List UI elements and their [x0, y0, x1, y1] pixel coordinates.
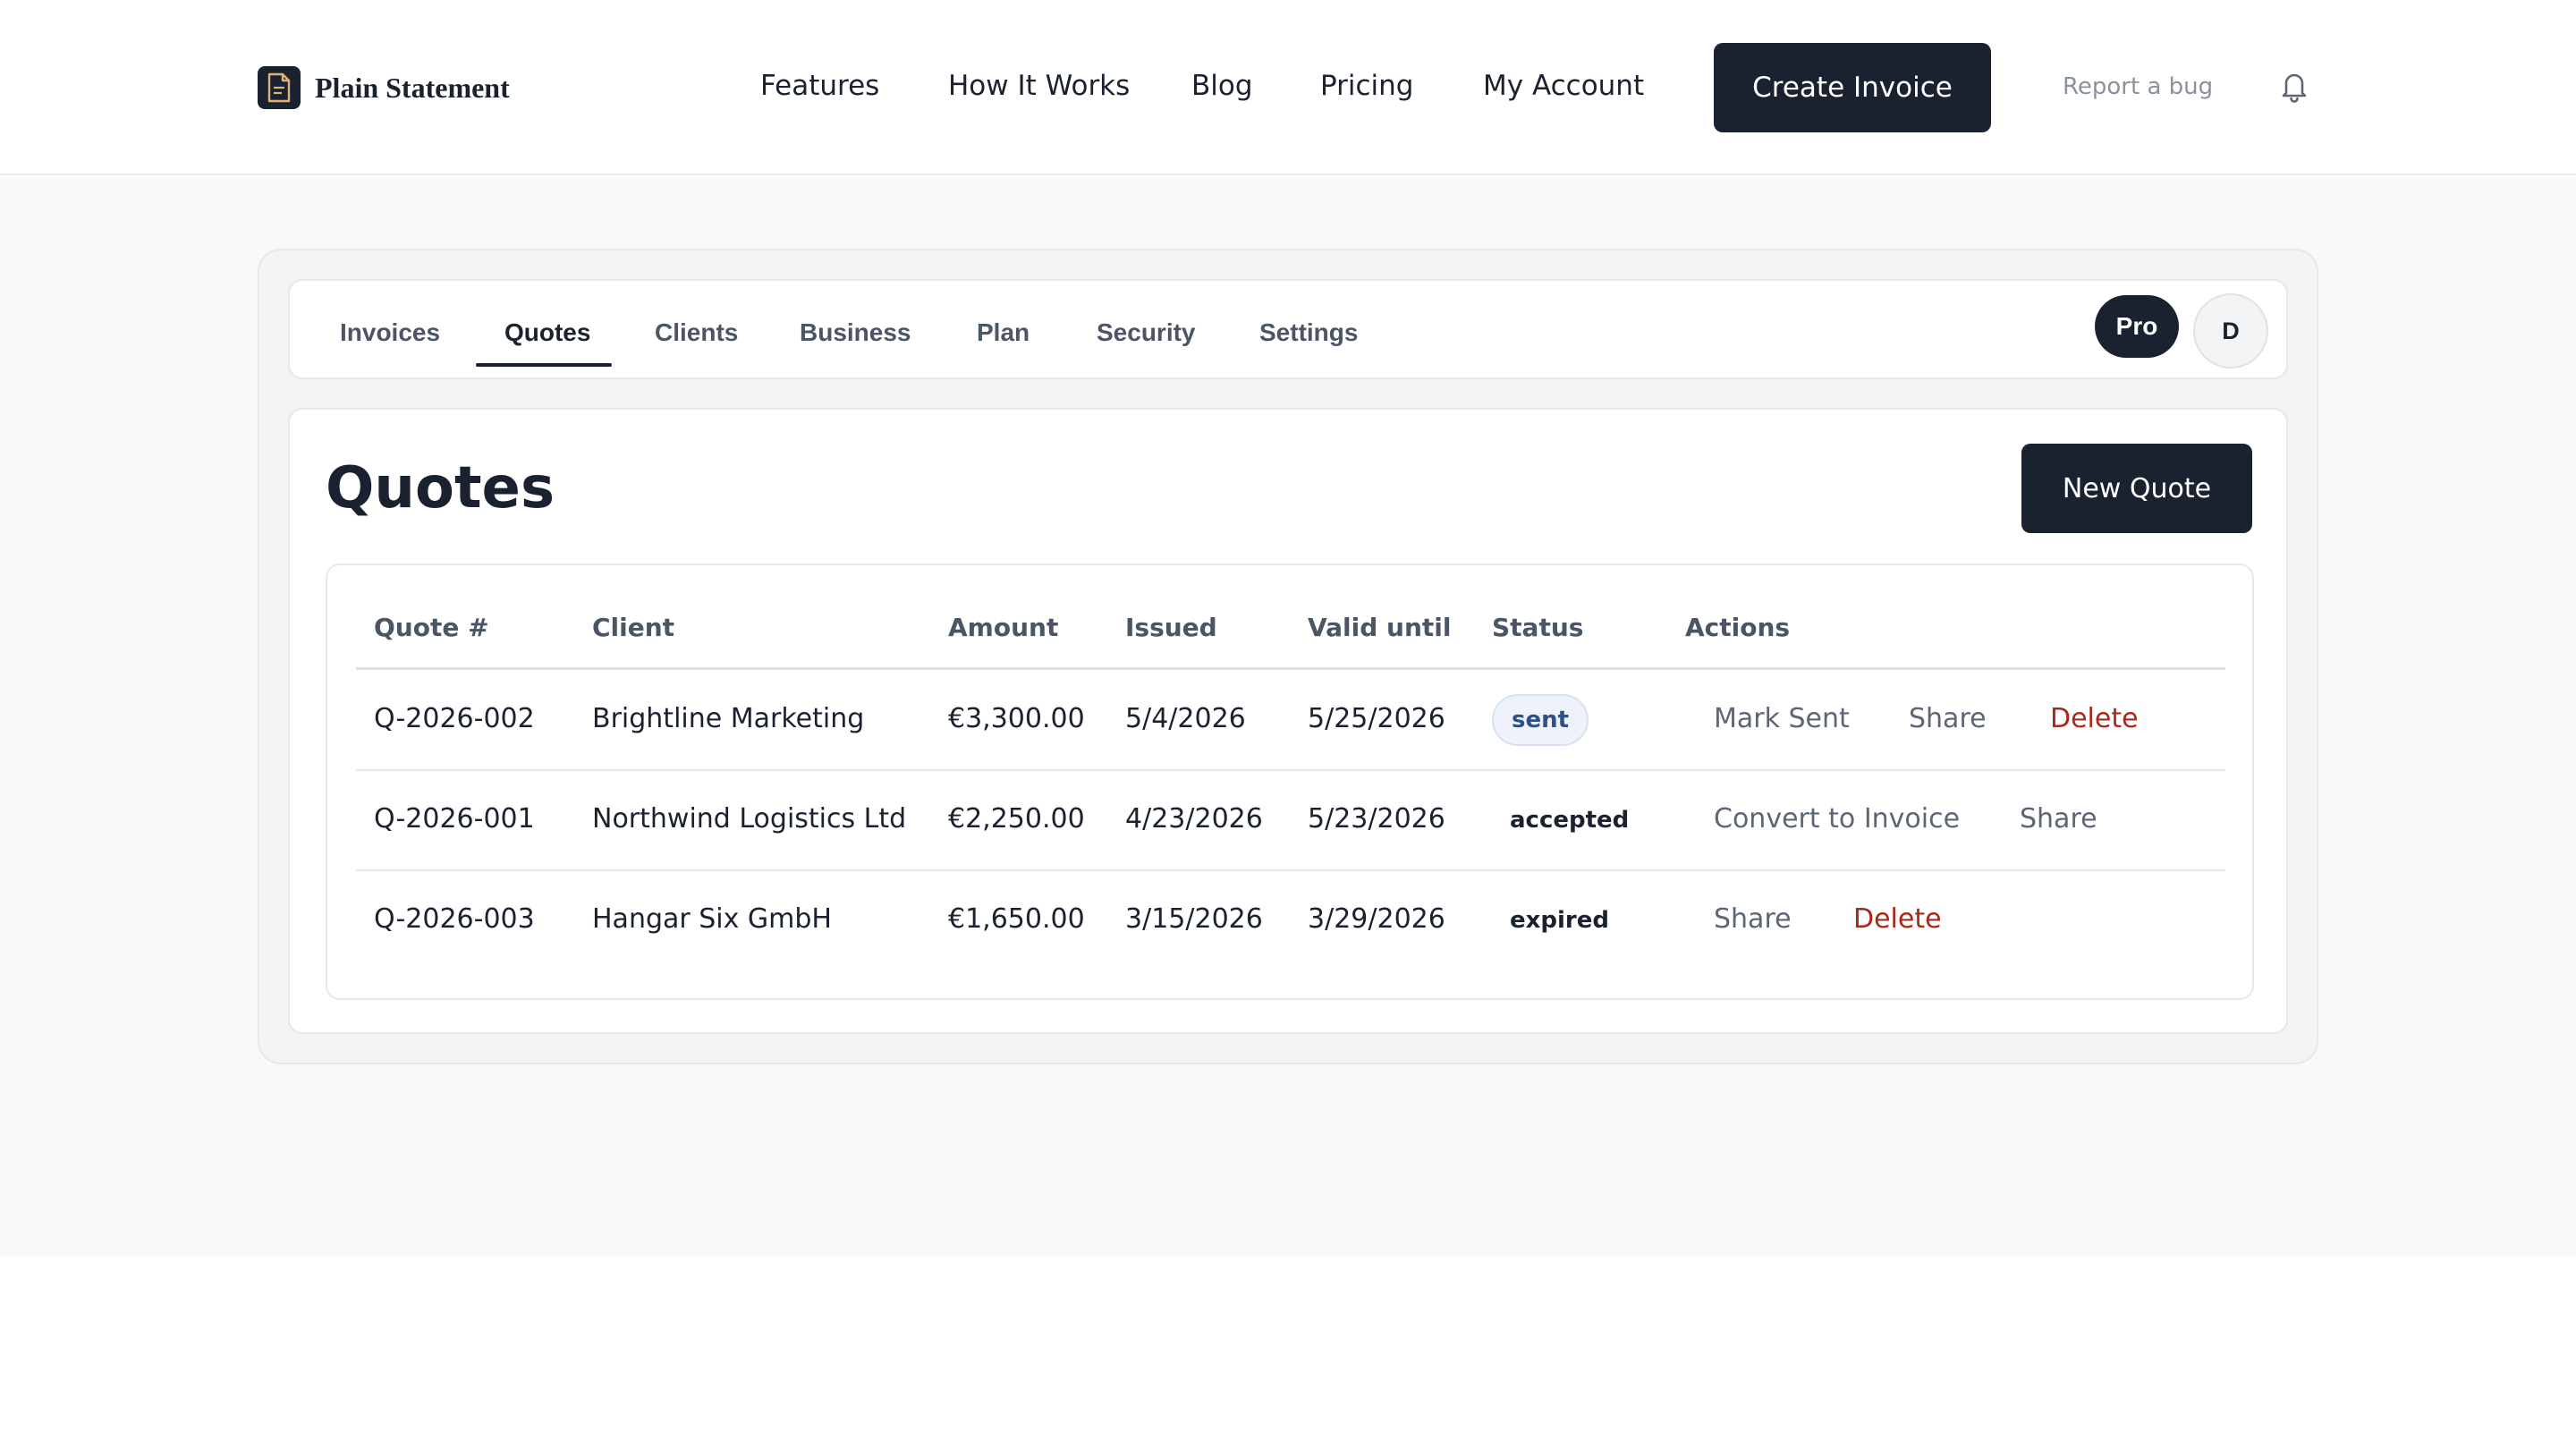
column-header-actions: Actions [1685, 613, 1791, 642]
page-footer-space [0, 1256, 2576, 1449]
column-header-issued: Issued [1125, 613, 1217, 642]
client-name: Brightline Marketing [592, 703, 865, 734]
column-header-valid-until: Valid until [1308, 613, 1452, 642]
column-header-status: Status [1492, 613, 1584, 642]
tab-plan[interactable]: Plan [977, 317, 1030, 349]
tab-quotes[interactable]: Quotes [504, 317, 590, 349]
status-badge: expired [1510, 907, 1609, 934]
quote-amount: €1,650.00 [948, 903, 1085, 935]
nav-features[interactable]: Features [760, 66, 879, 106]
create-invoice-button[interactable]: Create Invoice [1714, 43, 1991, 132]
report-bug-link[interactable]: Report a bug [2063, 70, 2213, 104]
bell-icon[interactable] [2277, 68, 2311, 104]
page-title: Quotes [326, 455, 555, 521]
quote-number: Q-2026-001 [374, 803, 535, 835]
issued-date: 4/23/2026 [1125, 803, 1263, 835]
delete-button[interactable]: Delete [2050, 701, 2139, 737]
dashboard-tab-bar: Invoices Quotes Clients Business Plan Se… [288, 279, 2288, 379]
quote-number: Q-2026-002 [374, 703, 535, 734]
status-badge: sent [1492, 694, 1589, 746]
plan-badge: Pro [2095, 295, 2179, 358]
tab-invoices[interactable]: Invoices [340, 317, 440, 349]
active-tab-indicator [476, 363, 612, 367]
document-icon [258, 66, 301, 109]
brand-logo-link[interactable]: Plain Statement [258, 64, 510, 111]
valid-until-date: 3/29/2026 [1308, 903, 1445, 935]
client-name: Northwind Logistics Ltd [592, 803, 907, 835]
column-header-amount: Amount [948, 613, 1059, 642]
share-button[interactable]: Share [1714, 902, 1792, 937]
quotes-content-card: Quotes New Quote Quote # Client Amount I… [288, 408, 2288, 1034]
table-row: Q-2026-003 Hangar Six GmbH €1,650.00 3/1… [327, 869, 2256, 970]
nav-how-it-works[interactable]: How It Works [948, 66, 1130, 106]
quote-amount: €3,300.00 [948, 703, 1085, 734]
issued-date: 5/4/2026 [1125, 703, 1246, 734]
column-header-client: Client [592, 613, 675, 642]
quotes-table: Quote # Client Amount Issued Valid until… [326, 564, 2254, 1000]
nav-my-account[interactable]: My Account [1483, 66, 1644, 106]
valid-until-date: 5/25/2026 [1308, 703, 1445, 734]
mark-sent-button[interactable]: Mark Sent [1714, 701, 1850, 737]
quote-number: Q-2026-003 [374, 903, 535, 935]
client-name: Hangar Six GmbH [592, 903, 832, 935]
tab-security[interactable]: Security [1097, 317, 1196, 349]
avatar[interactable]: D [2193, 293, 2268, 369]
column-header-quote-number: Quote # [374, 613, 489, 642]
convert-to-invoice-button[interactable]: Convert to Invoice [1714, 801, 1960, 837]
tab-clients[interactable]: Clients [655, 317, 738, 349]
brand-name: Plain Statement [315, 71, 510, 104]
nav-pricing[interactable]: Pricing [1320, 66, 1414, 106]
delete-button[interactable]: Delete [1853, 902, 1942, 937]
issued-date: 3/15/2026 [1125, 903, 1263, 935]
table-row: Q-2026-002 Brightline Marketing €3,300.0… [327, 669, 2256, 769]
tab-settings[interactable]: Settings [1259, 317, 1358, 349]
share-button[interactable]: Share [2020, 801, 2097, 837]
status-badge: accepted [1510, 807, 1630, 834]
top-header: Plain Statement Features How It Works Bl… [0, 0, 2576, 175]
new-quote-button[interactable]: New Quote [2021, 444, 2252, 533]
quote-amount: €2,250.00 [948, 803, 1085, 835]
nav-blog[interactable]: Blog [1191, 66, 1253, 106]
table-row: Q-2026-001 Northwind Logistics Ltd €2,25… [327, 769, 2256, 869]
tab-business[interactable]: Business [800, 317, 911, 349]
share-button[interactable]: Share [1909, 701, 1987, 737]
valid-until-date: 5/23/2026 [1308, 803, 1445, 835]
